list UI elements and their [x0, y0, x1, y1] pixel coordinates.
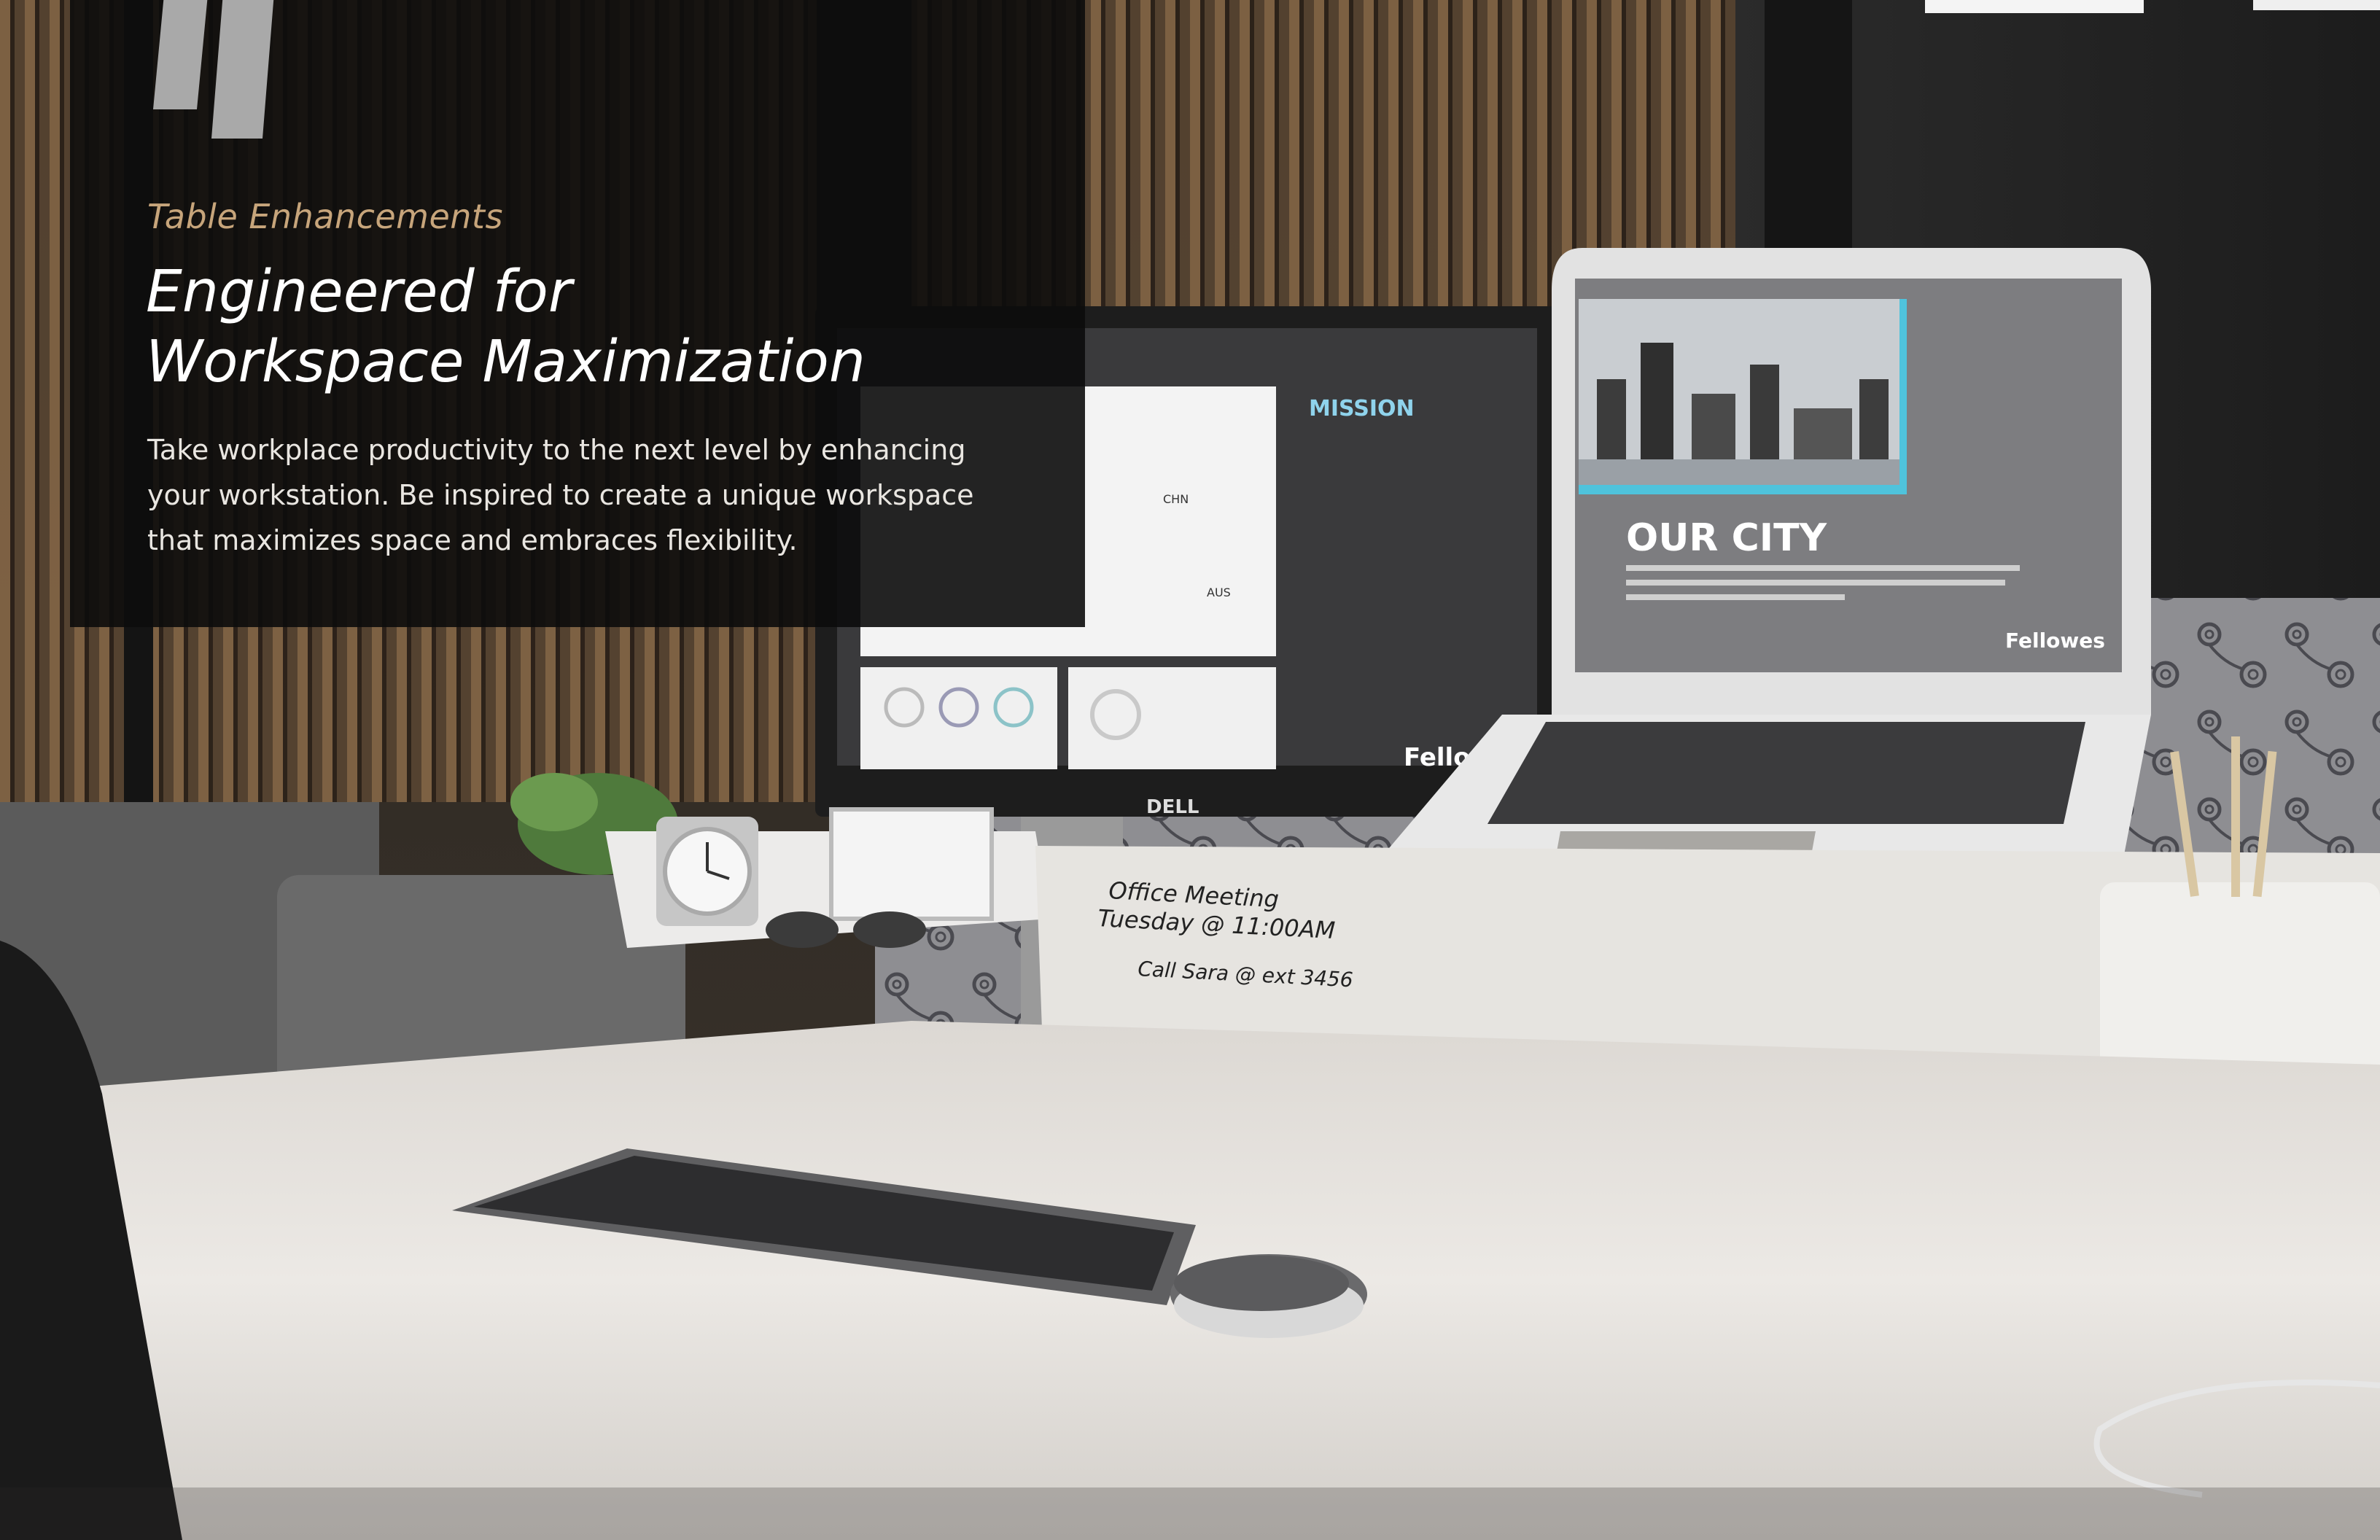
- body-paragraph: Take workplace productivity to the next …: [147, 434, 974, 556]
- section-eyebrow: Table Enhancements: [147, 197, 503, 236]
- headline-line-1: Engineered for: [146, 258, 572, 325]
- laptop-screen-logo: Fellowes: [2005, 629, 2105, 653]
- headline-line-2: Workspace Maximization: [146, 328, 866, 395]
- map-label-aus: AUS: [1207, 586, 1231, 599]
- page-headline: Engineered for Workspace Maximization: [146, 257, 1021, 397]
- monitor-brand: DELL: [1146, 796, 1199, 818]
- monitor-screen-title: MISSION: [1309, 396, 1415, 421]
- map-label-chn: CHN: [1163, 492, 1189, 506]
- laptop-screen-title: OUR CITY: [1626, 516, 1828, 560]
- quote-mark-icon: [153, 0, 274, 139]
